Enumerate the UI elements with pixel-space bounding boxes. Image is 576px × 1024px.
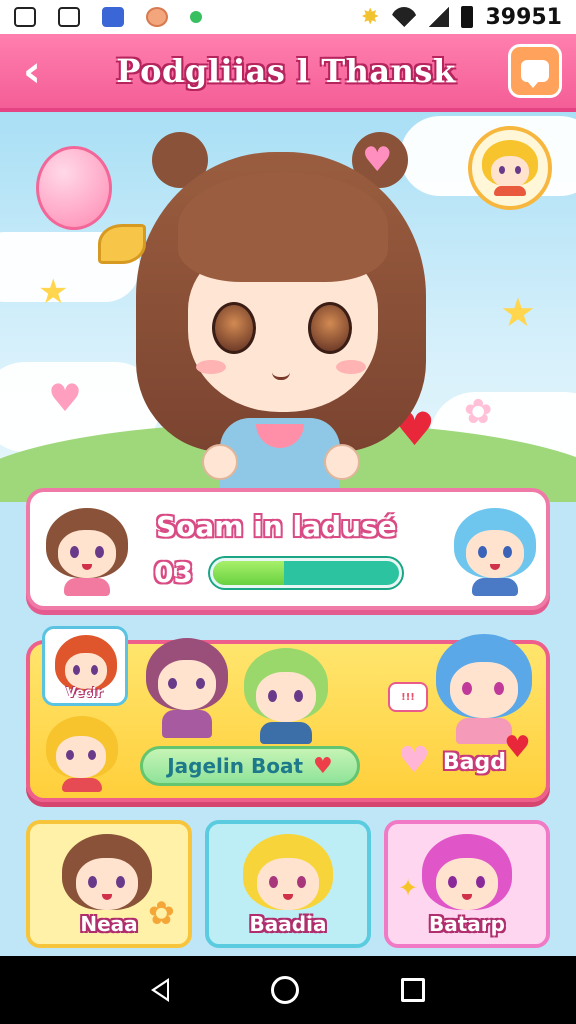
star-icon: ★	[500, 290, 536, 336]
join-group-button[interactable]: Jagelin Boat ♥	[140, 746, 360, 786]
balloon-icon	[36, 146, 112, 230]
back-icon[interactable]	[151, 978, 169, 1002]
app-bar: ‹ Podgliias l Thansk	[0, 34, 576, 112]
group-label: Bagd	[442, 750, 506, 775]
character-tile[interactable]: ✦ Batarp	[384, 820, 550, 948]
progress-count: 03	[154, 556, 193, 589]
system-nav-bar	[0, 956, 576, 1024]
heart-hairclip-icon: ♥	[362, 140, 393, 180]
character-avatar	[239, 830, 339, 920]
character-avatar	[42, 506, 132, 596]
battery-icon	[461, 6, 474, 28]
image-icon	[58, 7, 80, 27]
tile-label: Neaa	[80, 912, 138, 936]
chat-button[interactable]	[508, 44, 562, 98]
tile-label: Batarp	[429, 912, 505, 936]
chevron-left-icon: ‹	[22, 45, 42, 97]
join-group-button-label: Jagelin Boat	[167, 754, 304, 778]
character-avatar	[58, 830, 158, 920]
app-icon	[102, 7, 124, 27]
heart-icon: ♥	[504, 730, 531, 765]
food-app-icon	[146, 7, 168, 27]
progress-card[interactable]: Soam in ladusé 03	[26, 488, 550, 610]
character-tile[interactable]: Baadia	[205, 820, 371, 948]
progress-bar-fill	[213, 561, 284, 585]
heart-icon: ♥	[48, 376, 83, 420]
character-avatar	[450, 506, 540, 596]
gallery-icon	[14, 7, 36, 27]
back-button[interactable]: ‹	[0, 32, 64, 110]
page-title: Podgliias l Thansk	[116, 52, 456, 90]
system-icons: ✸ 39951	[361, 5, 562, 30]
clock: 39951	[485, 4, 562, 30]
character-avatar	[42, 714, 122, 794]
recent-apps-icon[interactable]	[401, 978, 425, 1002]
status-bar: ✸ 39951	[0, 0, 576, 34]
star-icon: ★	[38, 272, 69, 312]
hero-banner: ★ ★ ✿ ♥ ♥ ♥	[0, 112, 576, 502]
signal-icon	[429, 7, 450, 27]
character-avatar	[418, 830, 518, 920]
sparkle-icon: ✦	[398, 874, 419, 902]
notification-icons	[14, 7, 202, 27]
friends-group-card[interactable]: Vecir !!! Jagelin Boat ♥ ♥ ♥ Bagd	[26, 626, 550, 802]
gear-icon: ✸	[361, 4, 380, 30]
chat-icon	[521, 60, 549, 88]
character-avatar	[142, 634, 232, 738]
speech-bubble: !!!	[388, 682, 428, 712]
heart-icon: ♥	[398, 740, 431, 781]
hero-character-illustration: ♥	[98, 132, 450, 502]
avatar	[482, 140, 538, 196]
profile-avatar-button[interactable]	[468, 126, 552, 210]
star-icon: ✿	[464, 392, 493, 432]
tile-label: Baadia	[249, 912, 327, 936]
home-icon[interactable]	[271, 976, 299, 1004]
heart-icon: ♥	[313, 753, 333, 779]
character-tag: Vecir	[66, 686, 103, 701]
progress-title: Soam in ladusé	[156, 510, 397, 543]
progress-bar	[210, 558, 402, 588]
wifi-icon	[391, 7, 418, 27]
character-tile[interactable]: ✿ Neaa	[26, 820, 192, 948]
notification-dot-icon	[190, 11, 202, 23]
character-avatar	[240, 644, 332, 744]
